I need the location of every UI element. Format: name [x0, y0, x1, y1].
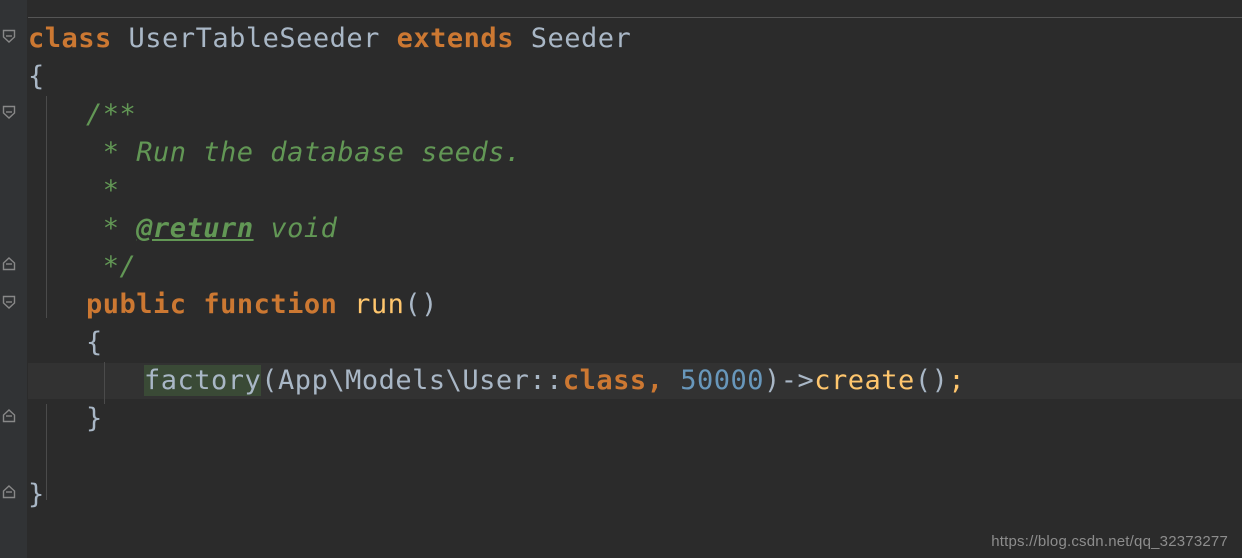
code-token-default — [112, 23, 129, 54]
watermark: https://blog.csdn.net/qq_32373277 — [991, 533, 1228, 550]
code-token-function: run — [354, 289, 405, 320]
code-token-default — [514, 23, 531, 54]
code-token-number: 50000 — [680, 365, 764, 396]
code-line[interactable]: * — [28, 172, 1242, 210]
code-line[interactable]: { — [28, 324, 1242, 362]
code-token-keyword: , — [646, 365, 681, 396]
code-token-comment: * Run the database seeds. — [86, 137, 522, 168]
code-token-default: { — [86, 327, 103, 358]
code-token-default — [337, 289, 354, 320]
code-surface[interactable]: class UserTableSeeder extends Seeder{/**… — [28, 18, 1242, 558]
code-token-default: (App\Models\User:: — [261, 365, 563, 396]
code-line[interactable]: } — [28, 476, 1242, 514]
code-token-keyword: class — [562, 365, 647, 396]
editor-top-strip — [0, 0, 1242, 17]
code-token-default: { — [28, 61, 45, 92]
indent-guide — [46, 96, 47, 318]
code-token-default — [187, 289, 204, 320]
code-token-doctag: @return — [136, 213, 254, 244]
code-line[interactable]: factory(App\Models\User::class, 50000)->… — [28, 362, 1242, 400]
fold-marker-method-end[interactable] — [1, 408, 17, 424]
indent-guide — [104, 362, 105, 404]
code-token-default: () — [404, 289, 438, 320]
code-token-keyword: class — [28, 23, 112, 54]
code-line[interactable]: { — [28, 58, 1242, 96]
fold-marker-class-body[interactable] — [1, 28, 17, 44]
code-token-default: Seeder — [530, 23, 632, 54]
code-token-default — [380, 23, 397, 54]
code-token-comment: */ — [86, 251, 137, 282]
code-line[interactable]: * Run the database seeds. — [28, 134, 1242, 172]
indent-guide — [46, 404, 47, 500]
code-token-ident-hl: factory — [144, 365, 262, 396]
code-token-comment: * — [86, 213, 137, 244]
code-token-default: )-> — [763, 365, 815, 396]
code-token-default: } — [28, 479, 45, 510]
editor-gutter[interactable] — [0, 0, 28, 558]
code-token-keyword: extends — [396, 23, 514, 54]
code-editor: class UserTableSeeder extends Seeder{/**… — [0, 0, 1242, 558]
code-token-semicolon: ; — [948, 365, 966, 396]
code-token-keyword: public — [86, 289, 187, 320]
code-line[interactable]: */ — [28, 248, 1242, 286]
code-token-default: UserTableSeeder — [128, 23, 380, 54]
code-token-function: create — [814, 365, 915, 396]
code-token-default: } — [86, 403, 103, 434]
code-line[interactable] — [28, 438, 1242, 476]
code-line[interactable]: class UserTableSeeder extends Seeder — [28, 20, 1242, 58]
code-token-default: () — [914, 365, 949, 396]
code-token-comment: /** — [86, 99, 137, 130]
code-line[interactable]: } — [28, 400, 1242, 438]
code-line[interactable]: /** — [28, 96, 1242, 134]
code-line[interactable]: public function run() — [28, 286, 1242, 324]
code-token-keyword: function — [203, 289, 338, 320]
fold-marker-docblock[interactable] — [1, 104, 17, 120]
fold-marker-docblock-end[interactable] — [1, 256, 17, 272]
code-line[interactable]: * @return void — [28, 210, 1242, 248]
fold-marker-method-body[interactable] — [1, 294, 17, 310]
code-token-comment: * — [86, 175, 120, 206]
code-token-comment: void — [253, 213, 338, 244]
fold-marker-class-end[interactable] — [1, 484, 17, 500]
